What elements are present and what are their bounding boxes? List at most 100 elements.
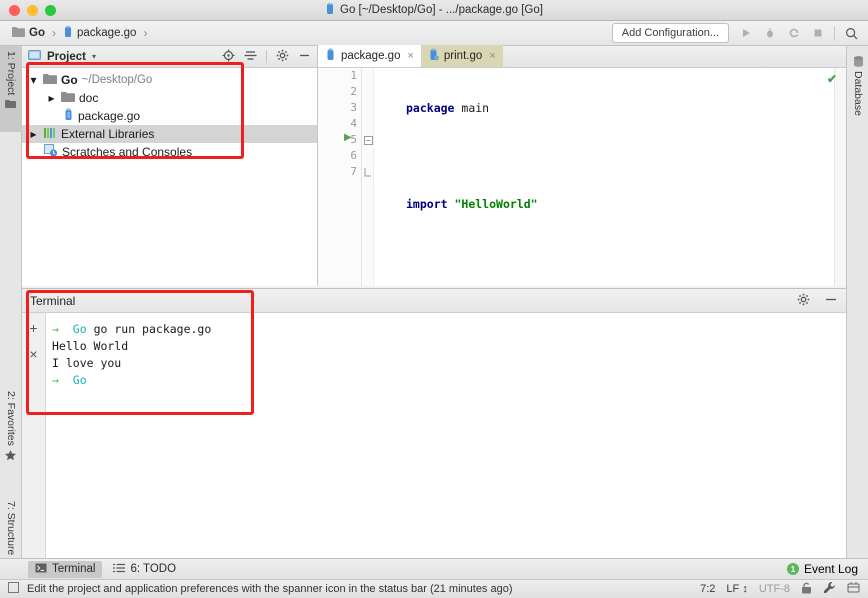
close-icon[interactable]: × (489, 50, 495, 62)
close-window-button[interactable] (9, 5, 20, 16)
line-number: 1 (350, 69, 357, 82)
project-panel-divider (266, 50, 267, 63)
line-number: 5 (350, 133, 357, 146)
editor-tabstrip: package.go × print.go × (318, 45, 846, 68)
line-number: 4 (350, 117, 357, 130)
terminal-hide-icon[interactable] (824, 293, 838, 309)
code-keyword: package (406, 101, 455, 115)
debug-button[interactable] (762, 26, 777, 41)
settings-gear-icon[interactable] (276, 49, 289, 65)
terminal-line: → Go go run package.go (52, 321, 846, 338)
editor-gutter[interactable]: 1 2 3 4 5 6 7 ▶ (318, 68, 362, 286)
terminal-command-text: go run package.go (86, 322, 212, 336)
todo-icon (113, 563, 126, 576)
breadcrumb-label-go: Go (29, 27, 45, 39)
tree-label-doc: doc (79, 91, 99, 105)
editor-marker-strip[interactable] (834, 68, 846, 286)
fold-marker-icon[interactable]: − (364, 136, 373, 145)
line-number: 7 (350, 165, 357, 178)
terminal-settings-gear-icon[interactable] (797, 293, 810, 309)
stop-button[interactable] (810, 26, 825, 41)
chevron-right-icon[interactable]: ▸ (28, 127, 39, 141)
breadcrumb-item-go[interactable]: Go (10, 25, 47, 41)
tree-node-doc[interactable]: ▸ doc (22, 89, 317, 107)
maximize-window-button[interactable] (45, 5, 56, 16)
bottom-tab-todo[interactable]: 6: TODO (106, 561, 183, 578)
editor-fold-column[interactable]: − (362, 68, 374, 286)
read-only-lock-icon[interactable] (801, 582, 812, 597)
chevron-down-icon[interactable]: ▾ (28, 73, 39, 87)
terminal-prompt-arrow: → (52, 373, 59, 387)
tree-label-external-libraries: External Libraries (61, 127, 155, 141)
folder-icon (43, 73, 57, 87)
caret-position[interactable]: 7:2 (700, 583, 715, 595)
new-terminal-session-button[interactable]: + (29, 321, 37, 335)
fold-marker-end-icon[interactable] (364, 168, 373, 177)
bottom-tab-terminal-label: Terminal (52, 563, 96, 575)
tree-node-scratches[interactable]: Scratches and Consoles (22, 143, 317, 161)
window-traffic-lights[interactable] (9, 5, 56, 16)
project-panel-header: Project ▾ (22, 46, 317, 68)
window-titlebar: Go [~/Desktop/Go] - .../package.go [Go] (0, 0, 868, 21)
close-terminal-session-button[interactable]: × (29, 347, 37, 361)
terminal-body: + × → Go go run package.go Hello World I… (22, 313, 846, 559)
line-separator-caret-icon: ↕ (742, 583, 748, 595)
code-string: "HelloWorld" (454, 197, 538, 211)
toolbar-actions: Add Configuration... (611, 23, 868, 43)
run-button[interactable] (738, 26, 753, 41)
close-icon[interactable]: × (407, 50, 413, 62)
libraries-icon (43, 127, 57, 142)
sidebar-tab-favorites[interactable]: 2: Favorites (0, 386, 22, 490)
terminal-output[interactable]: → Go go run package.go Hello World I lov… (46, 313, 846, 559)
gutter-run-icon[interactable]: ▶ (344, 132, 352, 143)
collapse-all-icon[interactable] (244, 49, 257, 65)
go-file-icon (325, 48, 336, 64)
breadcrumb-item-package-go[interactable]: package.go (61, 25, 138, 42)
code-editor[interactable]: 1 2 3 4 5 6 7 ▶ − package main import "H… (318, 68, 846, 404)
editor-tab-label-package-go: package.go (341, 50, 401, 62)
star-icon (4, 449, 16, 461)
line-separator[interactable]: LF ↕ (726, 583, 747, 595)
sidebar-tab-database-label: Database (852, 71, 864, 116)
inspection-status-icon[interactable]: ✔ (827, 72, 837, 86)
line-number: 2 (350, 85, 357, 98)
tree-label-scratches: Scratches and Consoles (62, 145, 193, 159)
terminal-header-actions (797, 293, 838, 309)
background-tasks-icon[interactable] (847, 581, 860, 597)
add-configuration-button[interactable]: Add Configuration... (611, 23, 729, 43)
locate-file-icon[interactable] (222, 49, 235, 65)
event-log-area[interactable]: 1 Event Log (786, 562, 868, 576)
hide-panel-icon[interactable] (298, 49, 311, 65)
chevron-down-icon[interactable]: ▾ (92, 52, 96, 61)
terminal-line: → Go (52, 372, 846, 389)
editor-tab-print-go[interactable]: print.go × (420, 45, 503, 67)
tree-node-go-root[interactable]: ▾ Go ~/Desktop/Go (22, 71, 317, 89)
minimize-window-button[interactable] (27, 5, 38, 16)
sidebar-tab-structure-label: 7: Structure (5, 501, 17, 556)
bottom-tab-todo-label: 6: TODO (130, 563, 177, 575)
go-file-modified-icon (428, 48, 439, 64)
terminal-header: Terminal (22, 289, 846, 313)
chevron-right-icon[interactable]: ▸ (46, 91, 57, 105)
breadcrumb-label-package-go: package.go (76, 27, 137, 39)
tree-node-external-libraries[interactable]: ▸ External Libraries (22, 125, 317, 143)
bottom-tool-stripe: Terminal 6: TODO 1 Event Log (0, 558, 868, 579)
bottom-tab-terminal[interactable]: Terminal (28, 560, 103, 578)
project-tool-window: Project ▾ ▾ Go ~/Desktop/Go ▸ doc packag… (22, 46, 318, 286)
project-panel-title: Project (47, 50, 86, 63)
status-message: Edit the project and application prefere… (27, 583, 513, 595)
search-everywhere-icon[interactable] (844, 26, 859, 41)
editor-tab-package-go[interactable]: package.go × (318, 45, 421, 67)
go-file-icon (325, 2, 335, 18)
sidebar-tab-database[interactable]: Database (847, 52, 868, 116)
sidebar-tab-project[interactable]: 1: Project (0, 46, 22, 132)
memory-indicator-icon[interactable] (8, 582, 19, 596)
file-encoding[interactable]: UTF-8 (759, 583, 790, 595)
code-plain: main (454, 101, 490, 115)
settings-spanner-icon[interactable] (823, 581, 836, 597)
terminal-prompt-dir: Go (72, 373, 87, 387)
project-tree: ▾ Go ~/Desktop/Go ▸ doc package.go ▸ Ext… (22, 68, 317, 161)
run-with-coverage-button[interactable] (786, 26, 801, 41)
tree-node-package-go[interactable]: package.go (22, 107, 317, 125)
